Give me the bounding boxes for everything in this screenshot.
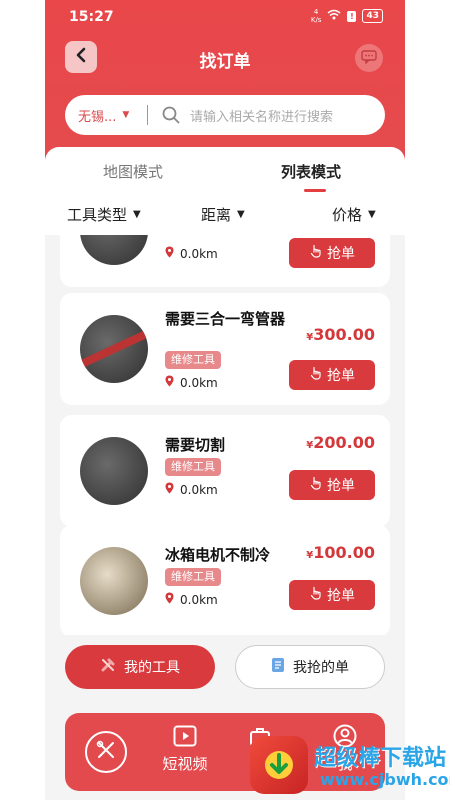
right-margin (405, 0, 450, 800)
video-play-icon (155, 723, 215, 749)
message-button[interactable] (355, 44, 383, 72)
filter-tool-type-label: 工具类型 (67, 206, 128, 224)
triangle-down-icon: ▼ (237, 209, 245, 220)
order-thumbnail (80, 315, 148, 383)
grab-order-button[interactable]: 抢单 (289, 238, 375, 268)
page-title: 找订单 (199, 52, 251, 72)
distance-value: 0.0km (180, 482, 218, 497)
wrench-screwdriver-icon (95, 739, 117, 765)
search-divider (147, 105, 148, 125)
distance-value: 0.0km (180, 375, 218, 390)
wifi-icon (327, 9, 341, 23)
hand-pointer-icon (309, 366, 323, 384)
location-pin-icon (165, 592, 174, 607)
my-tools-label: 我的工具 (124, 660, 180, 676)
order-distance: 0.0km (165, 592, 218, 607)
status-time: 15:27 (69, 9, 114, 25)
order-list[interactable]: 0.0km 抢单 需要三合一弯管器 维修工具 0.0km ¥300.00 抢单 (45, 235, 405, 635)
location-pin-icon (165, 482, 174, 497)
mode-filter-panel: 地图模式 列表模式 工具类型 ▼ 距离 ▼ 价格 ▼ (45, 147, 405, 235)
price-value: 200.00 (313, 433, 375, 452)
document-icon (271, 657, 285, 677)
order-tag: 维修工具 (165, 458, 221, 476)
city-selector[interactable]: 无锡... ▼ (65, 106, 147, 125)
order-price: ¥200.00 (306, 433, 375, 452)
order-thumbnail (80, 235, 148, 265)
watermark-url: www.cjbwh.com (320, 770, 450, 789)
grab-label: 抢单 (327, 246, 355, 262)
download-site-logo (250, 736, 308, 794)
order-card[interactable]: 需要三合一弯管器 维修工具 0.0km ¥300.00 抢单 (60, 293, 390, 405)
price-value: 300.00 (313, 325, 375, 344)
location-pin-icon (165, 375, 174, 390)
tab-list-mode[interactable]: 列表模式 (281, 161, 341, 182)
grab-label: 抢单 (327, 368, 355, 384)
grab-order-button[interactable]: 抢单 (289, 360, 375, 390)
tools-icon (100, 657, 116, 677)
city-label: 无锡... (78, 109, 117, 125)
quick-actions: 我的工具 我抢的单 (45, 645, 405, 689)
distance-value: 0.0km (180, 592, 218, 607)
pipe-bender-image (81, 331, 147, 367)
filter-distance[interactable]: 距离 ▼ (201, 204, 245, 225)
order-tag: 维修工具 (165, 568, 221, 586)
status-icons: 4 K/s ! 43 (311, 8, 383, 24)
order-thumbnail (80, 547, 148, 615)
grab-label: 抢单 (327, 478, 355, 494)
order-distance: 0.0km (165, 482, 218, 497)
order-thumbnail (80, 437, 148, 505)
hand-pointer-icon (309, 476, 323, 494)
app-screen: 15:27 4 K/s ! 43 找订单 无锡... ▼ 请输入相关名称进行搜索… (45, 0, 405, 800)
site-watermark: 超级棒下载站 www.cjbwh.com (250, 730, 450, 800)
distance-value: 0.0km (180, 246, 218, 261)
filter-price[interactable]: 价格 ▼ (332, 204, 376, 225)
status-bar: 15:27 4 K/s ! 43 (45, 0, 405, 34)
watermark-text: 超级棒下载站 (314, 746, 447, 771)
order-card[interactable]: 冰箱电机不制冷 维修工具 0.0km ¥100.00 抢单 (60, 525, 390, 635)
battery-icon: 43 (362, 9, 383, 23)
order-distance: 0.0km (165, 375, 218, 390)
my-tools-button[interactable]: 我的工具 (65, 645, 215, 689)
active-tab-indicator (304, 189, 326, 192)
filter-distance-label: 距离 (201, 206, 232, 224)
tab-short-video[interactable]: 短视频 (155, 723, 215, 774)
repair-home-tab[interactable] (85, 731, 127, 773)
order-distance: 0.0km (165, 246, 218, 261)
triangle-down-icon: ▼ (133, 209, 141, 220)
mode-tabs: 地图模式 列表模式 (45, 161, 405, 192)
location-pin-icon (165, 246, 174, 261)
filter-bar: 工具类型 ▼ 距离 ▼ 价格 ▼ (45, 204, 405, 224)
hand-pointer-icon (309, 586, 323, 604)
grab-label: 抢单 (327, 588, 355, 604)
triangle-down-icon: ▼ (368, 209, 376, 220)
order-price: ¥300.00 (306, 325, 375, 344)
tab-short-video-label: 短视频 (162, 755, 208, 773)
order-price: ¥100.00 (306, 543, 375, 562)
order-title: 需要三合一弯管器 (165, 310, 286, 328)
order-tag: 维修工具 (165, 351, 221, 369)
search-input[interactable]: 请输入相关名称进行搜索 (190, 106, 333, 125)
search-bar: 无锡... ▼ 请输入相关名称进行搜索 (65, 95, 385, 135)
price-value: 100.00 (313, 543, 375, 562)
order-card[interactable]: 需要切割 维修工具 0.0km ¥200.00 抢单 (60, 415, 390, 527)
my-grabbed-orders-button[interactable]: 我抢的单 (235, 645, 385, 689)
app-header: 找订单 (45, 38, 405, 78)
filter-price-label: 价格 (332, 206, 363, 224)
left-margin (0, 0, 45, 800)
my-grabs-label: 我抢的单 (293, 660, 349, 676)
tab-map-mode[interactable]: 地图模式 (103, 161, 163, 182)
chat-icon (361, 49, 377, 68)
search-icon (162, 106, 180, 124)
hand-pointer-icon (309, 244, 323, 262)
order-card[interactable]: 0.0km 抢单 (60, 235, 390, 287)
grab-order-button[interactable]: 抢单 (289, 470, 375, 500)
filter-tool-type[interactable]: 工具类型 ▼ (67, 204, 141, 225)
order-title: 冰箱电机不制冷 (165, 546, 271, 564)
order-title: 需要切割 (165, 436, 226, 454)
caret-down-icon: ▼ (122, 110, 130, 120)
alert-icon: ! (347, 10, 357, 22)
grab-order-button[interactable]: 抢单 (289, 580, 375, 610)
network-speed: 4 K/s (310, 8, 322, 24)
